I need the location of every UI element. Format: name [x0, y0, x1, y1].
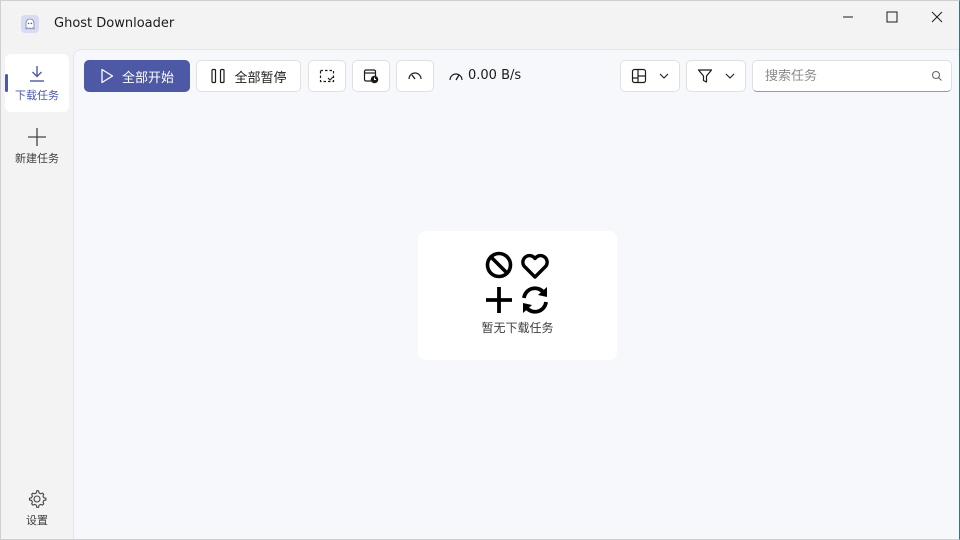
empty-state-icons: [485, 251, 549, 314]
pause-all-label: 全部暂停: [234, 70, 287, 86]
maximize-button[interactable]: [869, 1, 915, 33]
title-bar: Ghost Downloader: [1, 1, 959, 49]
minimize-button[interactable]: [825, 1, 871, 33]
speed-indicator: 0.00 B/s: [448, 68, 521, 83]
sidebar-item-label: 设置: [26, 514, 48, 527]
app-window: Ghost Downloader 下载任务 新建任务 设置 全部开始 全部暂停 …: [0, 0, 960, 540]
maximize-icon: [886, 11, 898, 23]
start-all-button[interactable]: 全部开始: [84, 60, 190, 92]
sidebar-item-label: 下载任务: [15, 89, 59, 102]
speedometer-icon: [449, 72, 463, 80]
minimize-icon: [843, 16, 853, 18]
sidebar-item-download-tasks[interactable]: 下载任务: [5, 54, 69, 112]
ghost-logo-icon: [21, 15, 39, 33]
view-mode-dropdown[interactable]: [620, 60, 680, 92]
plus-icon: [485, 287, 512, 313]
select-area-button[interactable]: [308, 60, 346, 92]
active-indicator: [5, 74, 8, 92]
download-icon: [30, 66, 44, 82]
empty-state-text: 暂无下载任务: [481, 321, 554, 335]
window-title: Ghost Downloader: [54, 16, 175, 31]
main-content: 全部开始 全部暂停 0.00 B/s 搜索任务 暂无下载任务: [73, 49, 959, 539]
speed-limit-button[interactable]: [396, 60, 434, 92]
heart-icon: [520, 253, 549, 279]
gear-icon: [28, 489, 47, 508]
search-box[interactable]: [752, 60, 952, 92]
filter-icon: [697, 69, 713, 83]
close-button[interactable]: [914, 1, 960, 33]
prohibited-icon: [485, 251, 512, 279]
plus-icon: [28, 128, 46, 146]
start-all-label: 全部开始: [121, 70, 174, 86]
pause-all-button[interactable]: 全部暂停: [196, 60, 301, 92]
play-icon: [101, 68, 114, 84]
schedule-button[interactable]: [352, 60, 390, 92]
refresh-icon: [521, 286, 548, 314]
calendar-clock-icon: [363, 69, 379, 84]
sidebar: 下载任务 新建任务 设置: [1, 49, 73, 539]
chevron-down-icon: [659, 73, 669, 79]
filter-dropdown[interactable]: [686, 60, 746, 92]
chevron-down-icon: [725, 73, 735, 79]
sidebar-item-label: 新建任务: [15, 152, 59, 165]
layout-grid-icon: [631, 68, 647, 84]
close-icon: [931, 11, 943, 23]
sidebar-item-settings[interactable]: 设置: [5, 479, 69, 537]
speed-value: 0.00 B/s: [468, 68, 522, 83]
pause-icon: [211, 68, 226, 84]
search-icon[interactable]: [931, 70, 943, 82]
speedometer-icon: [408, 72, 422, 80]
empty-state-card: 暂无下载任务: [418, 231, 617, 360]
dashed-selection-icon: [319, 69, 335, 83]
search-input[interactable]: [765, 68, 925, 84]
sidebar-item-new-task[interactable]: 新建任务: [5, 117, 69, 175]
